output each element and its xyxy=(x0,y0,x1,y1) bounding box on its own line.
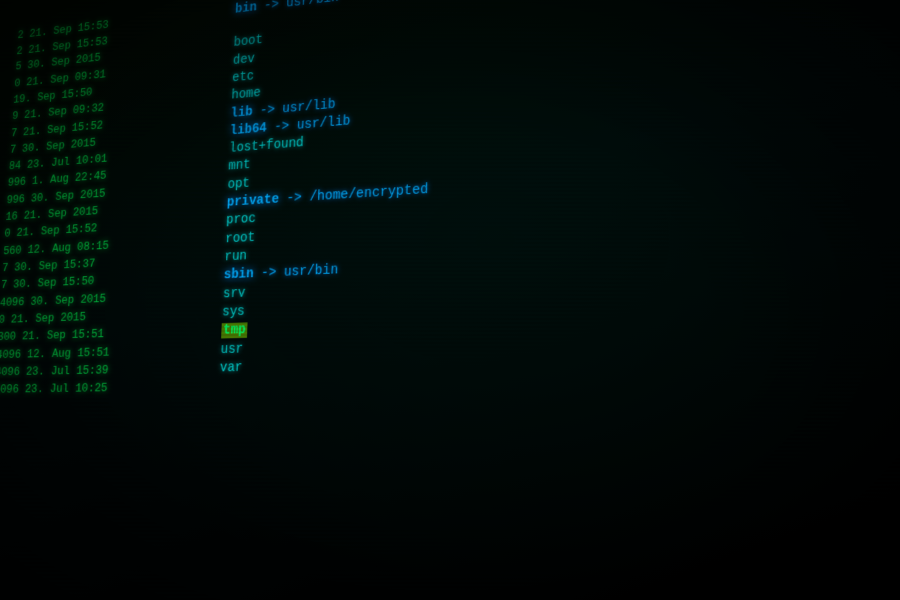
symlink-arrow: -> xyxy=(257,0,287,15)
terminal-content: 2 21. Sep 15:53bin -> usr/bin 2 21. Sep … xyxy=(0,0,900,398)
file-meta: 4096 23. Jul 10:25 xyxy=(0,378,219,398)
dir-name-bold: lib xyxy=(230,104,253,121)
symlink-target: usr/lib xyxy=(282,97,336,117)
terminal-screen: 2 21. Sep 15:53bin -> usr/bin 2 21. Sep … xyxy=(0,0,900,600)
dir-name: mnt xyxy=(228,158,251,175)
symlink-target: usr/bin xyxy=(284,263,339,281)
dir-name: dev xyxy=(233,51,255,68)
dir-name: run xyxy=(224,249,247,265)
dir-name: home xyxy=(231,86,261,103)
symlink-target: usr/lib xyxy=(296,114,350,134)
file-name: proc xyxy=(226,211,256,231)
dir-name: root xyxy=(225,230,255,247)
file-name: opt xyxy=(227,175,250,195)
file-name: srv xyxy=(223,285,246,304)
file-name: tmp xyxy=(221,322,248,341)
dir-name: usr xyxy=(220,341,243,357)
symlink-arrow: -> xyxy=(279,190,310,207)
symlink-arrow: -> xyxy=(253,265,284,282)
dir-name: srv xyxy=(223,286,246,302)
dir-name: proc xyxy=(226,212,256,229)
dir-name-bold: bin xyxy=(235,0,257,17)
file-name: run xyxy=(224,248,247,267)
dir-name-bold: private xyxy=(227,192,280,210)
dir-name: var xyxy=(220,360,243,376)
file-name: usr xyxy=(220,340,243,359)
file-name: etc xyxy=(232,68,255,88)
file-name: mnt xyxy=(228,157,251,177)
dir-name: sys xyxy=(222,304,245,320)
symlink-arrow: -> xyxy=(252,102,282,119)
file-meta: 4096 23. Jul 15:39 xyxy=(0,360,220,381)
file-name: var xyxy=(219,359,242,378)
file-name: sys xyxy=(222,303,245,322)
dir-name-highlighted: tmp xyxy=(221,323,248,339)
dir-name-bold: lib64 xyxy=(230,121,267,139)
file-name: boot xyxy=(233,32,263,53)
dir-name-bold: sbin xyxy=(223,267,253,284)
dir-name: etc xyxy=(232,69,254,86)
file-name: root xyxy=(225,229,255,249)
symlink-arrow: -> xyxy=(266,118,297,135)
dir-name: boot xyxy=(233,33,263,51)
dir-name: opt xyxy=(227,176,250,192)
